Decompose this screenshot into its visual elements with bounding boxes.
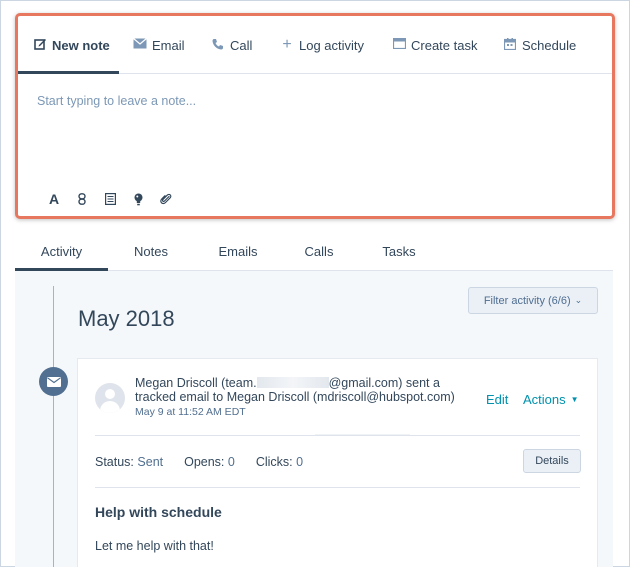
actions-label: Actions <box>523 392 566 407</box>
tracked-email-text: tracked email to <box>135 390 224 404</box>
action-text: sent a <box>405 376 440 390</box>
tab-email[interactable]: Email <box>132 16 185 74</box>
email-body: Let me help with that! <box>95 539 214 553</box>
email-timestamp: May 9 at 11:52 AM EDT <box>135 406 246 418</box>
filter-activity-label: Filter activity (6/6) <box>483 294 571 307</box>
activity-feed-tabs: Activity Notes Emails Calls Tasks <box>15 233 613 272</box>
divider <box>95 435 580 436</box>
opens-label: Opens: <box>184 455 225 469</box>
tab-label: Call <box>230 37 253 53</box>
redacted-text <box>256 377 329 388</box>
sender-email-suffix: @gmail.com) <box>328 376 403 390</box>
recipient-email: (mdriscoll@hubspot.com) <box>312 390 455 404</box>
text-format-icon[interactable]: A <box>40 190 68 208</box>
tab-label: Create task <box>411 37 478 53</box>
tab-log-activity[interactable]: + Log activity <box>279 16 364 74</box>
edit-link[interactable]: Edit <box>486 392 508 407</box>
phone-icon <box>210 38 226 53</box>
avatar <box>95 383 125 413</box>
tab-emails[interactable]: Emails <box>205 233 271 270</box>
link-icon[interactable] <box>68 190 96 208</box>
task-icon <box>391 37 407 52</box>
divider <box>95 487 580 488</box>
tab-label: Schedule <box>522 37 577 53</box>
email-summary: Megan Driscoll (team. @gmail.com) sent a … <box>135 376 465 404</box>
tab-tasks[interactable]: Tasks <box>369 233 429 270</box>
plus-icon: + <box>282 36 292 53</box>
tab-label: New note <box>52 37 110 53</box>
email-event-icon <box>39 367 68 396</box>
composer-tabs: New note Email Call + Log activity Creat… <box>18 16 612 74</box>
note-input-placeholder[interactable]: Start typing to leave a note... <box>37 94 196 108</box>
tab-calls[interactable]: Calls <box>289 233 349 270</box>
envelope-icon <box>46 376 61 387</box>
tab-label: Email <box>152 37 185 53</box>
email-stats: Status: Sent Opens: 0 Clicks: 0 <box>95 455 303 469</box>
tab-activity[interactable]: Activity <box>15 233 108 270</box>
filter-activity-button[interactable]: Filter activity (6/6) ⌄ <box>468 287 598 314</box>
tab-create-task[interactable]: Create task <box>391 16 477 74</box>
insert-idea-icon[interactable] <box>124 190 152 208</box>
sender-email-prefix: (team. <box>221 376 257 390</box>
snippet-icon[interactable] <box>96 190 124 208</box>
attachment-icon[interactable] <box>152 190 180 208</box>
sender-name[interactable]: Megan Driscoll <box>135 376 218 390</box>
chevron-down-icon: ⌄ <box>574 295 583 305</box>
opens-value: 0 <box>227 455 235 469</box>
recipient-name[interactable]: Megan Driscoll <box>227 390 310 404</box>
status-value: Sent <box>137 455 164 469</box>
email-subject: Help with schedule <box>95 504 222 520</box>
tab-label: Log activity <box>299 37 365 53</box>
tab-notes[interactable]: Notes <box>118 233 184 270</box>
clicks-label: Clicks: <box>255 455 293 469</box>
tab-new-note[interactable]: New note <box>32 16 110 74</box>
month-heading: May 2018 <box>78 306 175 331</box>
email-activity-card: Megan Driscoll (team. @gmail.com) sent a … <box>77 358 598 567</box>
caret-down-icon: ▼ <box>570 395 579 404</box>
calendar-icon <box>502 37 518 53</box>
details-button[interactable]: Details <box>523 449 581 473</box>
tab-call[interactable]: Call <box>210 16 252 74</box>
envelope-icon <box>132 38 148 52</box>
clicks-value: 0 <box>296 455 304 469</box>
edit-icon <box>32 37 48 53</box>
tab-schedule[interactable]: Schedule <box>502 16 576 74</box>
window-frame: New note Email Call + Log activity Creat… <box>0 0 630 567</box>
activity-composer: New note Email Call + Log activity Creat… <box>15 13 615 219</box>
actions-dropdown[interactable]: Actions ▼ <box>523 392 579 407</box>
active-tab-indicator <box>18 71 119 74</box>
editor-toolbar: A <box>40 190 180 208</box>
timeline-line <box>53 286 54 567</box>
status-label: Status: <box>95 455 134 469</box>
